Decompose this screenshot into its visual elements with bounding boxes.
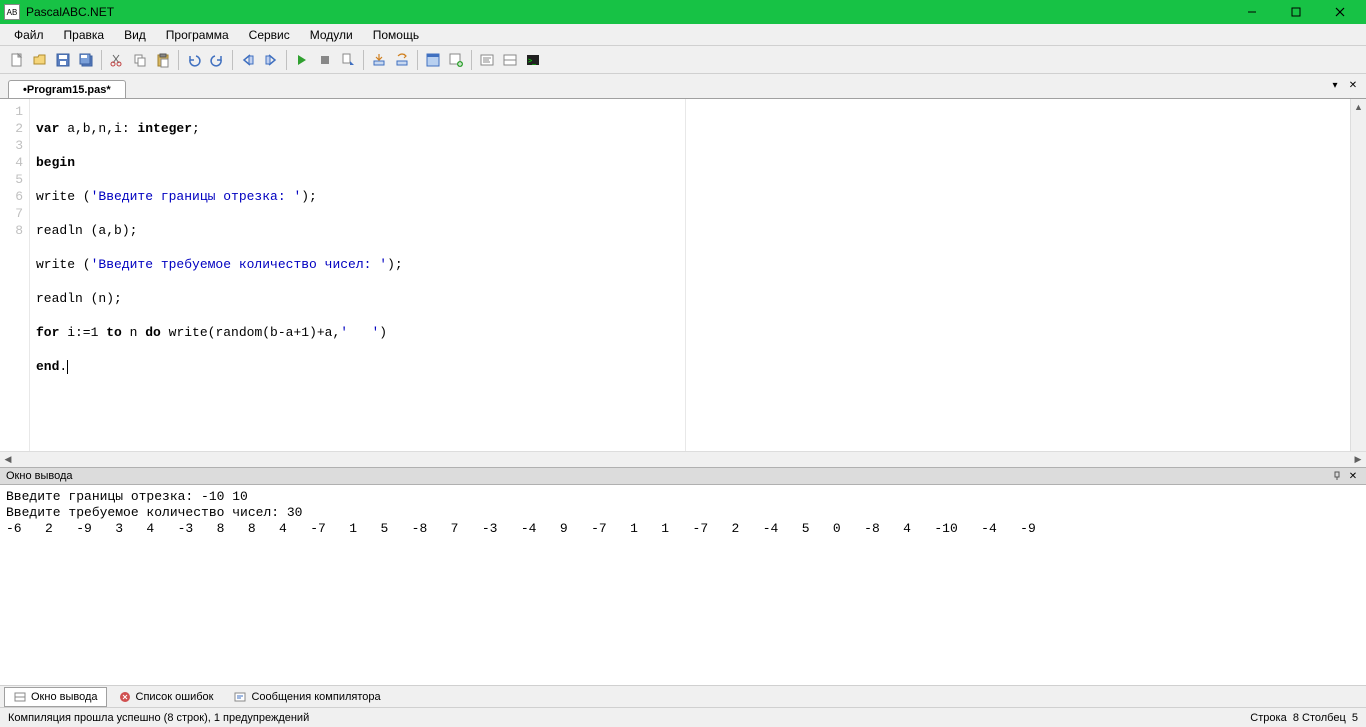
tab-close-button[interactable]: ✕ <box>1346 78 1360 92</box>
step-into-button[interactable] <box>368 49 390 71</box>
output-pin-button[interactable] <box>1330 469 1344 483</box>
scroll-right-icon[interactable]: ▶ <box>1350 454 1366 465</box>
separator <box>178 50 179 70</box>
menu-service[interactable]: Сервис <box>239 25 300 45</box>
separator <box>232 50 233 70</box>
separator <box>101 50 102 70</box>
minimize-button[interactable] <box>1230 0 1274 24</box>
close-button[interactable] <box>1318 0 1362 24</box>
compiler-icon <box>233 690 247 704</box>
margin-guide <box>685 99 686 451</box>
menu-file[interactable]: Файл <box>4 25 54 45</box>
line-gutter: 1 2 3 4 5 6 7 8 <box>0 99 30 451</box>
form-designer-button[interactable] <box>422 49 444 71</box>
scroll-left-icon[interactable]: ◀ <box>0 454 16 465</box>
new-form-button[interactable] <box>445 49 467 71</box>
paste-button[interactable] <box>152 49 174 71</box>
new-file-button[interactable] <box>6 49 28 71</box>
tab-dropdown-button[interactable]: ▾ <box>1328 78 1342 92</box>
save-button[interactable] <box>52 49 74 71</box>
nav-back-button[interactable] <box>237 49 259 71</box>
titlebar: AB PascalABC.NET <box>0 0 1366 24</box>
app-icon: AB <box>4 4 20 20</box>
menu-modules[interactable]: Модули <box>300 25 363 45</box>
cut-button[interactable] <box>106 49 128 71</box>
bottom-tab-compiler[interactable]: Сообщения компилятора <box>224 687 389 707</box>
errors-icon <box>118 690 132 704</box>
step-over-button[interactable] <box>391 49 413 71</box>
code-editor[interactable]: 1 2 3 4 5 6 7 8 var a,b,n,i: integer; be… <box>0 98 1366 451</box>
status-message: Компиляция прошла успешно (8 строк), 1 п… <box>8 712 1250 724</box>
bottom-tabstrip: Окно вывода Список ошибок Сообщения комп… <box>0 685 1366 707</box>
tabstrip: •Program15.pas* ▾ ✕ <box>0 74 1366 98</box>
copy-button[interactable] <box>129 49 151 71</box>
maximize-button[interactable] <box>1274 0 1318 24</box>
editor-area: 1 2 3 4 5 6 7 8 var a,b,n,i: integer; be… <box>0 98 1366 467</box>
window-controls <box>1230 0 1362 24</box>
menu-edit[interactable]: Правка <box>54 25 115 45</box>
disasm-button[interactable] <box>476 49 498 71</box>
svg-text:>_: >_ <box>528 58 536 65</box>
separator <box>363 50 364 70</box>
text-cursor <box>67 360 68 374</box>
code-content[interactable]: var a,b,n,i: integer; begin write ('Введ… <box>30 99 1366 451</box>
output-close-button[interactable]: ✕ <box>1346 469 1360 483</box>
scroll-up-icon[interactable]: ▲ <box>1351 99 1366 115</box>
stop-button[interactable] <box>314 49 336 71</box>
bottom-tab-output[interactable]: Окно вывода <box>4 687 107 707</box>
app-title: PascalABC.NET <box>26 5 1230 19</box>
menu-help[interactable]: Помощь <box>363 25 429 45</box>
menubar: Файл Правка Вид Программа Сервис Модули … <box>0 24 1366 46</box>
editor-tab-active[interactable]: •Program15.pas* <box>8 80 126 99</box>
separator <box>286 50 287 70</box>
redo-button[interactable] <box>206 49 228 71</box>
console-button[interactable]: >_ <box>522 49 544 71</box>
run-button[interactable] <box>291 49 313 71</box>
separator <box>471 50 472 70</box>
output-panel-title: Окно вывода <box>6 470 1328 482</box>
nav-forward-button[interactable] <box>260 49 282 71</box>
output-panel-header: Окно вывода ✕ <box>0 467 1366 485</box>
vertical-scrollbar[interactable]: ▲ <box>1350 99 1366 451</box>
statusbar: Компиляция прошла успешно (8 строк), 1 п… <box>0 707 1366 727</box>
output-button[interactable] <box>499 49 521 71</box>
horizontal-scrollbar[interactable]: ◀ ▶ <box>0 451 1366 467</box>
undo-button[interactable] <box>183 49 205 71</box>
separator <box>417 50 418 70</box>
menu-program[interactable]: Программа <box>156 25 239 45</box>
save-all-button[interactable] <box>75 49 97 71</box>
status-position: Строка 8 Столбец 5 <box>1250 712 1358 724</box>
compile-button[interactable] <box>337 49 359 71</box>
menu-view[interactable]: Вид <box>114 25 156 45</box>
output-panel-body[interactable]: Введите границы отрезка: -10 10 Введите … <box>0 485 1366 685</box>
bottom-tab-errors[interactable]: Список ошибок <box>109 687 223 707</box>
toolbar: >_ <box>0 46 1366 74</box>
output-icon <box>13 690 27 704</box>
open-file-button[interactable] <box>29 49 51 71</box>
